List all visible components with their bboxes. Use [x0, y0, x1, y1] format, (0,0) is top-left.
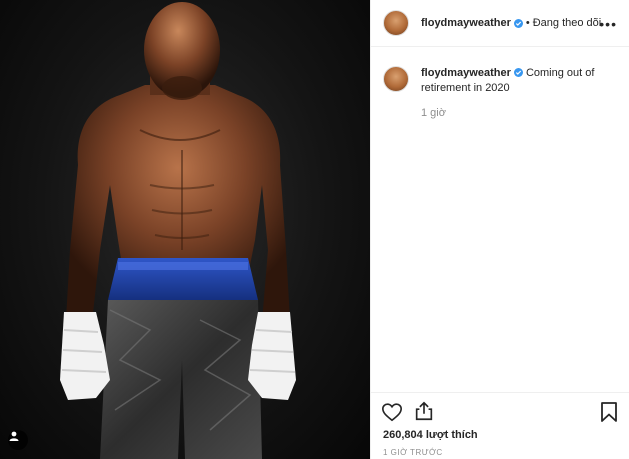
user-tag-button[interactable]: [8, 430, 28, 450]
caption-time: 1 giờ: [421, 107, 446, 119]
author-username[interactable]: floydmayweather: [421, 17, 511, 29]
share-icon: [415, 401, 433, 421]
bookmark-icon: [601, 402, 617, 422]
caption-username[interactable]: floydmayweather: [421, 67, 511, 79]
follow-status-button[interactable]: Đang theo dõi: [533, 17, 602, 29]
like-count[interactable]: 260,804 lượt thích: [383, 429, 478, 441]
post-header: floydmayweather • Đang theo dõi •••: [371, 0, 629, 47]
separator-dot: •: [525, 17, 530, 29]
heart-icon: [382, 403, 402, 422]
post-photo[interactable]: [0, 0, 370, 459]
caption-row: floydmayweather Coming out of retirement…: [383, 66, 615, 96]
caption-avatar[interactable]: [383, 66, 409, 92]
post-side-panel: floydmayweather • Đang theo dõi ••• floy…: [371, 0, 629, 459]
more-options-icon[interactable]: •••: [599, 16, 617, 32]
save-button[interactable]: [599, 401, 619, 423]
share-button[interactable]: [413, 400, 435, 422]
author-avatar[interactable]: [383, 10, 409, 36]
caption: floydmayweather Coming out of retirement…: [421, 66, 615, 96]
like-button[interactable]: [381, 401, 403, 423]
boxer-photo: [60, 2, 296, 459]
post-timestamp: 1 GIỜ TRƯỚC: [383, 448, 443, 457]
verified-badge-icon: [513, 18, 523, 28]
verified-badge-icon: [513, 68, 523, 77]
actions-divider: [371, 392, 629, 393]
person-icon: [9, 431, 19, 441]
